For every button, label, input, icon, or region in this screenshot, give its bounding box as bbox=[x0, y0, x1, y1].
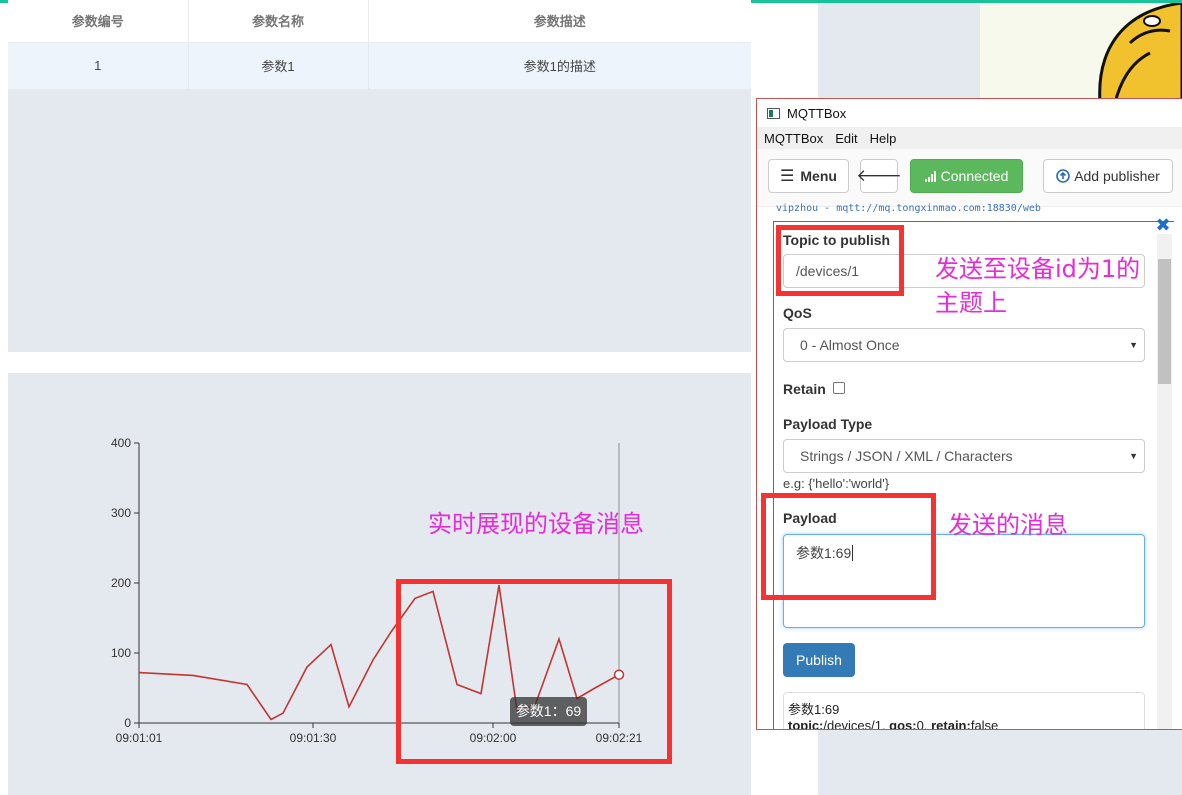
menu-button[interactable]: ☰ Menu bbox=[768, 159, 849, 193]
param-table: 参数编号 参数名称 参数描述 1 参数1 参数1的描述 bbox=[8, 0, 751, 89]
col-header-desc[interactable]: 参数描述 bbox=[368, 0, 751, 43]
y-tick-label: 300 bbox=[111, 506, 131, 520]
table-row[interactable]: 1 参数1 参数1的描述 bbox=[8, 42, 751, 89]
publish-button[interactable]: Publish bbox=[783, 643, 855, 677]
circle-arrow-up-icon bbox=[1056, 169, 1070, 183]
menu-mqttbox[interactable]: MQTTBox bbox=[764, 131, 823, 146]
signal-bars-icon bbox=[924, 170, 936, 182]
message-payload: 参数1:69 bbox=[788, 702, 840, 717]
annotation-topic-note-2: 主题上 bbox=[935, 289, 1007, 317]
mqttbox-window: MQTTBox MQTTBox Edit Help ☰ Menu 🡐 Conne… bbox=[756, 98, 1182, 730]
arrow-left-icon: 🡐 bbox=[856, 166, 902, 185]
add-publisher-button[interactable]: Add publisher bbox=[1043, 159, 1173, 193]
screen: 参数编号 参数名称 参数描述 1 参数1 参数1的描述 0 100 200 300 40… bbox=[0, 0, 1182, 795]
meta-topic: /devices/1 bbox=[823, 718, 882, 730]
annotation-chart-note: 实时展现的设备消息 bbox=[428, 510, 644, 538]
table-empty-area bbox=[8, 89, 751, 352]
add-publisher-label: Add publisher bbox=[1074, 168, 1160, 184]
cell-name: 参数1 bbox=[188, 42, 369, 89]
chevron-down-icon: ▼ bbox=[1129, 451, 1138, 461]
annotation-box-topic bbox=[776, 225, 904, 296]
message-meta: topic:/devices/1, qos:0, retain:false bbox=[788, 718, 1140, 730]
published-message[interactable]: 参数1:69 topic:/devices/1, qos:0, retain:f… bbox=[783, 692, 1145, 730]
cartoon-image bbox=[980, 3, 1182, 103]
connection-url: vipzhou - mqtt://mq.tongxinmao.com:18830… bbox=[776, 203, 1041, 214]
connected-label: Connected bbox=[940, 168, 1009, 184]
close-icon[interactable]: ✖ bbox=[1155, 216, 1171, 234]
back-button[interactable]: 🡐 bbox=[856, 159, 902, 193]
toolbar: ☰ Menu 🡐 Connected Add publisher bbox=[757, 149, 1182, 207]
meta-retain: false bbox=[970, 718, 999, 730]
x-tick-label: 09:01:30 bbox=[290, 731, 337, 745]
payload-type-value: Strings / JSON / XML / Characters bbox=[800, 448, 1013, 464]
payload-hint: e.g: {'hello':'world'} bbox=[783, 476, 890, 491]
menu-help[interactable]: Help bbox=[870, 131, 897, 146]
qos-label: QoS bbox=[783, 305, 812, 321]
hamburger-icon: ☰ bbox=[780, 168, 795, 185]
meta-qos: 0 bbox=[916, 718, 924, 730]
annotation-box-chart bbox=[396, 579, 672, 764]
menu-button-label: Menu bbox=[800, 168, 837, 184]
payload-type-select[interactable]: Strings / JSON / XML / Characters ▼ bbox=[783, 439, 1145, 473]
y-tick-label: 400 bbox=[111, 436, 131, 450]
menu-edit[interactable]: Edit bbox=[835, 131, 857, 146]
chevron-down-icon: ▼ bbox=[1129, 340, 1138, 350]
retain-checkbox[interactable] bbox=[833, 382, 845, 394]
col-header-id[interactable]: 参数编号 bbox=[8, 0, 189, 43]
table-header-row: 参数编号 参数名称 参数描述 bbox=[8, 0, 751, 43]
menubar: MQTTBox Edit Help bbox=[757, 127, 1182, 149]
annotation-payload-note: 发送的消息 bbox=[948, 511, 1068, 539]
y-tick-label: 100 bbox=[111, 646, 131, 660]
cell-desc: 参数1的描述 bbox=[368, 42, 751, 89]
col-header-name[interactable]: 参数名称 bbox=[188, 0, 369, 43]
scrollbar-thumb[interactable] bbox=[1158, 259, 1171, 384]
retain-label: Retain bbox=[783, 381, 826, 397]
y-tick-label: 200 bbox=[111, 576, 131, 590]
qos-select-value: 0 - Almost Once bbox=[800, 337, 900, 353]
y-tick-label: 0 bbox=[124, 716, 131, 730]
annotation-topic-note-1: 发送至设备id为1的 bbox=[935, 255, 1141, 283]
meta-retain-label: retain: bbox=[931, 718, 971, 730]
window-title: MQTTBox bbox=[787, 105, 847, 121]
x-tick-label: 09:01:01 bbox=[116, 731, 163, 745]
qos-select[interactable]: 0 - Almost Once ▼ bbox=[783, 328, 1145, 362]
cell-id: 1 bbox=[8, 42, 189, 89]
connected-button[interactable]: Connected bbox=[910, 159, 1023, 193]
meta-topic-label: topic: bbox=[788, 718, 824, 730]
meta-qos-label: qos: bbox=[889, 718, 917, 730]
payload-type-label: Payload Type bbox=[783, 416, 873, 432]
app-icon bbox=[767, 107, 780, 119]
annotation-box-payload bbox=[761, 493, 936, 600]
window-titlebar[interactable]: MQTTBox bbox=[757, 99, 1182, 127]
